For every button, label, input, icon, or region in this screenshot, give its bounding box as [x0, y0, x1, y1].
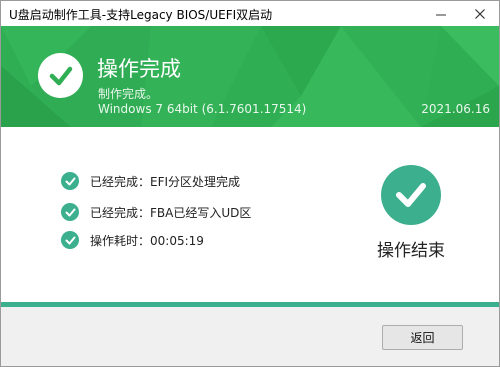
- window-title: U盘启动制作工具-支持Legacy BIOS/UEFI双启动: [9, 8, 273, 22]
- close-icon: [474, 8, 485, 19]
- status-item: 已经完成：EFI分区处理完成: [61, 172, 240, 190]
- close-button[interactable]: [463, 1, 496, 26]
- title-bar: U盘启动制作工具-支持Legacy BIOS/UEFI双启动: [1, 1, 499, 26]
- status-text: 已经完成：FBA已经写入UD区: [90, 205, 252, 220]
- banner-subtitle: 制作完成。: [98, 87, 159, 101]
- check-circle-icon: [61, 203, 79, 221]
- result-banner: 操作完成 制作完成。 Windows 7 64bit (6.1.7601.175…: [1, 26, 499, 127]
- banner-date: 2021.06.16: [421, 102, 490, 116]
- os-info: Windows 7 64bit (6.1.7601.17514): [98, 102, 307, 116]
- check-circle-icon: [381, 165, 441, 225]
- footer: 返回: [1, 307, 499, 366]
- status-item: 已经完成：FBA已经写入UD区: [61, 203, 251, 221]
- status-text: 已经完成：EFI分区处理完成: [90, 174, 241, 189]
- minimize-icon: [435, 14, 446, 15]
- status-text: 操作耗时：00:05:19: [90, 233, 204, 248]
- app-window: U盘启动制作工具-支持Legacy BIOS/UEFI双启动 操作完成 制作完成…: [0, 0, 500, 367]
- result-label: 操作结束: [377, 241, 445, 261]
- check-circle-icon: [61, 231, 79, 249]
- banner-title: 操作完成: [97, 57, 181, 81]
- check-circle-icon: [38, 53, 83, 98]
- minimize-button[interactable]: [424, 1, 457, 26]
- back-button[interactable]: 返回: [382, 325, 463, 350]
- status-item: 操作耗时：00:05:19: [61, 231, 204, 249]
- check-circle-icon: [61, 172, 79, 190]
